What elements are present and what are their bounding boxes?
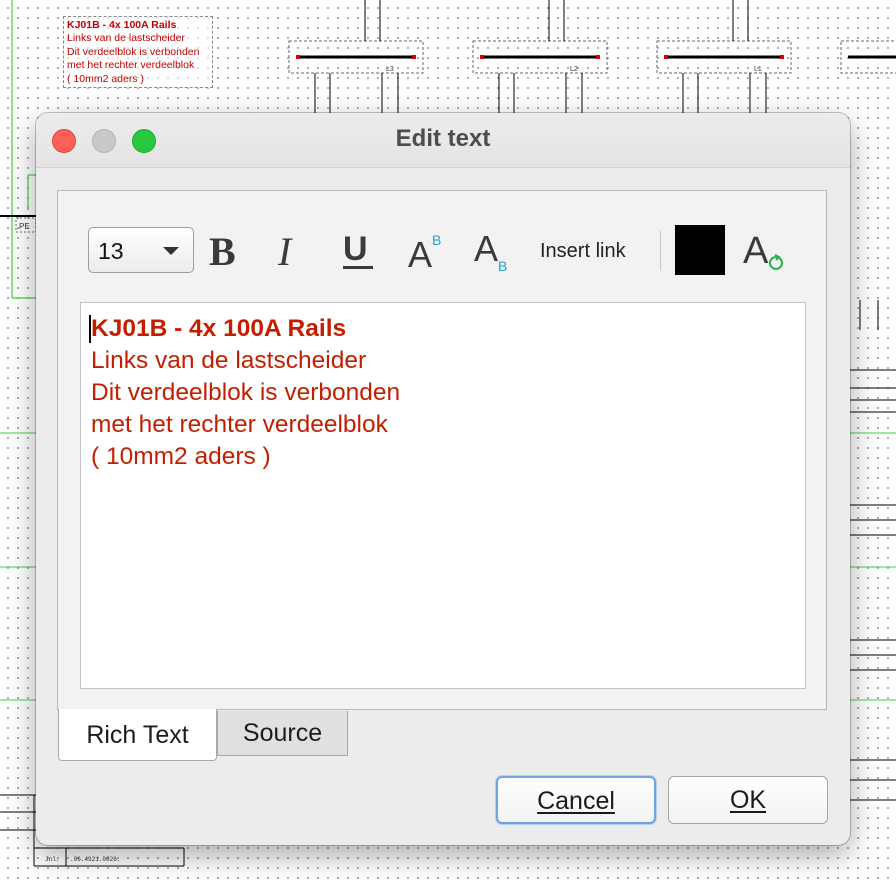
- pe-label: PE: [19, 222, 30, 231]
- italic-icon: I: [277, 229, 293, 273]
- busbar-l2: [472, 40, 608, 74]
- insert-link-button[interactable]: Insert link: [540, 240, 626, 263]
- font-size-select[interactable]: 13: [88, 227, 194, 273]
- svg-text:B: B: [209, 229, 236, 273]
- rich-text-editor[interactable]: KJ01B - 4x 100A Rails Links van de lasts…: [80, 302, 806, 689]
- tab-rich-text[interactable]: Rich Text: [58, 709, 217, 761]
- italic-button[interactable]: I: [272, 227, 314, 273]
- ok-label: OK: [729, 786, 767, 814]
- subscript-icon: A B: [474, 228, 507, 273]
- rich-text-panel: 13 B I U A B A B Insert link A KJ01B - 4…: [57, 190, 827, 710]
- note-line: KJ01B - 4x 100A Rails: [67, 19, 177, 31]
- canvas-text-note[interactable]: KJ01B - 4x 100A Rails Links van de lasts…: [63, 16, 213, 88]
- underline-icon: U: [343, 230, 373, 269]
- busbar-label-l1: L1: [754, 66, 762, 73]
- editor-line: KJ01B - 4x 100A Rails: [91, 315, 347, 342]
- svg-text:I: I: [277, 229, 293, 273]
- editor-line: met het rechter verdeelblok: [91, 411, 388, 438]
- dialog-titlebar[interactable]: Edit text: [36, 113, 850, 168]
- text-color-swatch[interactable]: [675, 225, 725, 275]
- bold-button[interactable]: B: [206, 227, 248, 273]
- svg-text:A: A: [743, 230, 769, 272]
- footer-code: .06.4321.0026.: [70, 856, 120, 863]
- cancel-label: Cancel: [537, 787, 615, 815]
- svg-text:A: A: [408, 234, 432, 273]
- editor-line: Dit verdeelblok is verbonden: [91, 379, 401, 406]
- chevron-down-icon: [163, 247, 179, 255]
- editor-line: ( 10mm2 aders ): [91, 443, 271, 470]
- reset-format-button[interactable]: A: [742, 225, 788, 272]
- subscript-button[interactable]: A B: [472, 227, 514, 273]
- editor-content: KJ01B - 4x 100A Rails Links van de lasts…: [91, 313, 400, 473]
- toolbar-divider: [660, 231, 661, 271]
- superscript-icon: A B: [408, 232, 441, 273]
- bold-icon: B: [209, 229, 236, 273]
- svg-text:U: U: [343, 230, 368, 268]
- underline-button[interactable]: U: [338, 227, 380, 273]
- reset-format-icon: A: [743, 230, 783, 272]
- note-line: met het rechter verdeelblok: [67, 59, 195, 72]
- busbar-l3: [288, 40, 424, 74]
- svg-text:A: A: [474, 228, 498, 269]
- busbar-label-l3: L3: [386, 66, 394, 73]
- svg-text:B: B: [498, 258, 507, 273]
- note-line: ( 10mm2 aders ): [67, 72, 145, 85]
- note-line: Links van de lastscheider: [67, 32, 185, 45]
- ok-button[interactable]: OK: [668, 776, 828, 824]
- cancel-button[interactable]: Cancel: [496, 776, 656, 824]
- busbar-label-l2: L2: [570, 66, 578, 73]
- busbar-l1: [656, 40, 792, 74]
- note-line: Dit verdeelblok is verbonden: [67, 45, 200, 58]
- tab-source[interactable]: Source: [217, 711, 348, 756]
- font-size-value: 13: [98, 238, 124, 264]
- edit-text-dialog: Edit text 13 B I U A B A B Insert link A…: [36, 113, 850, 845]
- svg-text:B: B: [432, 232, 441, 248]
- editor-line: Links van de lastscheider: [91, 347, 367, 374]
- dialog-title: Edit text: [395, 125, 491, 152]
- footer-label: Jnl.: [45, 856, 59, 863]
- superscript-button[interactable]: A B: [406, 227, 448, 273]
